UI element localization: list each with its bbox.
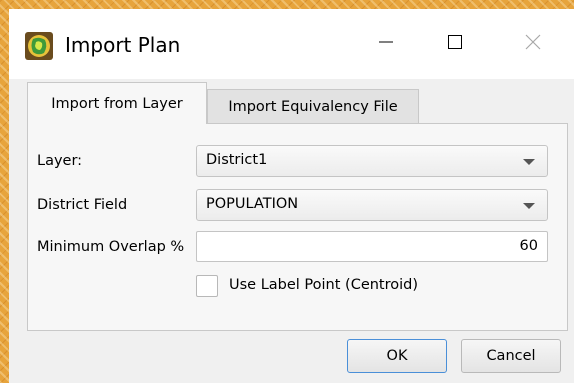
title-bar[interactable]: Import Plan: [9, 9, 574, 79]
cancel-button[interactable]: Cancel: [461, 339, 561, 373]
close-icon: [524, 33, 542, 55]
qgis-redistricting-icon: [24, 31, 54, 61]
district-field-label: District Field: [37, 197, 128, 213]
cancel-label: Cancel: [486, 348, 536, 364]
tab-import-equivalency-file[interactable]: Import Equivalency File: [207, 89, 419, 124]
ok-label: OK: [386, 348, 408, 364]
ok-button[interactable]: OK: [347, 339, 447, 373]
layer-value: District1: [206, 152, 268, 168]
maximize-icon: [447, 34, 463, 54]
maximize-button[interactable]: [427, 21, 483, 67]
window-title: Import Plan: [65, 33, 181, 57]
import-plan-dialog: Import Plan Import from Layer Import Equ…: [9, 9, 574, 383]
district-field-combobox[interactable]: POPULATION: [196, 189, 548, 221]
chevron-down-icon: [523, 203, 535, 209]
minimize-icon: [378, 34, 394, 54]
district-field-value: POPULATION: [206, 196, 299, 212]
chevron-down-icon: [523, 159, 535, 165]
minimum-overlap-input[interactable]: 60: [196, 231, 548, 262]
use-label-point-checkbox[interactable]: [196, 275, 218, 297]
tab-label: Import Equivalency File: [228, 99, 398, 115]
layer-combobox[interactable]: District1: [196, 145, 548, 177]
layer-label: Layer:: [37, 153, 83, 169]
minimum-overlap-value: 60: [519, 238, 538, 254]
close-button[interactable]: [505, 21, 561, 67]
tab-label: Import from Layer: [51, 95, 183, 112]
use-label-point-label[interactable]: Use Label Point (Centroid): [229, 277, 418, 293]
tab-import-from-layer[interactable]: Import from Layer: [27, 82, 207, 124]
minimum-overlap-label: Minimum Overlap %: [37, 239, 185, 255]
minimize-button[interactable]: [358, 21, 414, 67]
